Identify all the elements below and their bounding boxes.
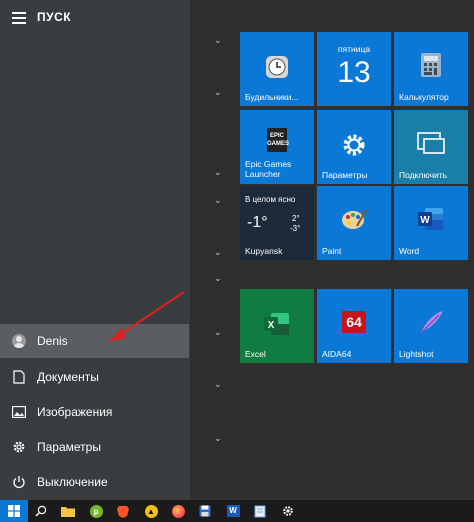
norton-icon[interactable]: ▲: [143, 503, 159, 519]
file-explorer-icon[interactable]: [60, 503, 76, 519]
tile-alarms[interactable]: Будильники...: [240, 32, 314, 106]
tile-connect[interactable]: Подключить: [394, 110, 468, 184]
utorrent-icon[interactable]: µ: [88, 503, 104, 519]
brave-browser-icon[interactable]: [115, 503, 131, 519]
tile-settings-label: Параметры: [322, 170, 368, 180]
chevron-down-icon[interactable]: ⌄: [214, 168, 224, 177]
tile-word[interactable]: W Word: [394, 186, 468, 260]
tile-settings[interactable]: Параметры: [317, 110, 391, 184]
user-name: Denis: [37, 334, 68, 348]
tile-lightshot-label: Lightshot: [399, 349, 434, 359]
paint-palette-icon: [317, 206, 391, 232]
chevron-down-icon[interactable]: ⌄: [214, 380, 224, 389]
cast-icon: [394, 132, 468, 156]
tile-weather[interactable]: В целом ясно -1° 2° -3° Kupyansk: [240, 186, 314, 260]
weather-temperature: -1°: [247, 214, 268, 231]
document-icon: [11, 369, 27, 385]
image-icon: [11, 404, 27, 420]
tile-epic-games-label: Epic Games Launcher: [245, 159, 292, 179]
tile-alarms-label: Будильники...: [245, 92, 299, 102]
alarm-clock-icon: [240, 54, 314, 80]
tile-paint[interactable]: Paint: [317, 186, 391, 260]
weather-status: В целом ясно: [245, 195, 296, 204]
epic-games-logo: EPIC GAMES: [267, 128, 289, 152]
tile-calculator[interactable]: Калькулятор: [394, 32, 468, 106]
windows-logo-icon: [8, 505, 20, 517]
tile-weather-label: Kupyansk: [245, 246, 283, 256]
windows-start-button[interactable]: [0, 500, 28, 522]
pictures-button[interactable]: Изображения: [0, 395, 190, 429]
gear-icon: [317, 132, 391, 158]
chevron-down-icon[interactable]: ⌄: [214, 328, 224, 337]
taskbar: µ ▲ W: [0, 500, 474, 522]
gear-icon: [11, 439, 27, 455]
aida64-logo: 64: [342, 311, 366, 333]
hamburger-menu-icon[interactable]: [12, 12, 26, 24]
feather-icon: [394, 309, 468, 335]
tile-word-label: Word: [399, 246, 420, 256]
power-label: Выключение: [37, 475, 108, 489]
calculator-icon: [394, 52, 468, 78]
svg-text:X: X: [268, 320, 275, 331]
settings-label: Параметры: [37, 440, 101, 454]
firefox-icon[interactable]: [170, 503, 186, 519]
tile-connect-label: Подключить: [399, 170, 448, 180]
tile-lightshot[interactable]: Lightshot: [394, 289, 468, 363]
word-icon: W: [394, 206, 468, 232]
tile-calendar[interactable]: пятница 13: [317, 32, 391, 106]
documents-label: Документы: [37, 370, 99, 384]
tile-excel[interactable]: X Excel: [240, 289, 314, 363]
user-avatar-icon: [11, 333, 27, 349]
search-icon[interactable]: [33, 503, 49, 519]
chevron-down-icon[interactable]: ⌄: [214, 36, 224, 45]
chevron-down-icon[interactable]: ⌄: [214, 196, 224, 205]
pictures-label: Изображения: [37, 405, 113, 419]
excel-icon: X: [240, 311, 314, 337]
chevron-down-icon[interactable]: ⌄: [214, 88, 224, 97]
svg-text:W: W: [420, 215, 430, 226]
start-title: ПУСК: [37, 10, 72, 24]
user-account-button[interactable]: Denis: [0, 324, 189, 358]
word-taskbar-icon[interactable]: W: [225, 503, 241, 519]
group-collapse-column: ⌄ ⌄ ⌄ ⌄ ⌄ ⌄ ⌄ ⌄ ⌄: [190, 0, 234, 500]
chevron-down-icon[interactable]: ⌄: [214, 274, 224, 283]
power-button[interactable]: Выключение: [0, 465, 190, 499]
tile-epic-games[interactable]: EPIC GAMES Epic Games Launcher: [240, 110, 314, 184]
gear-icon[interactable]: [280, 503, 296, 519]
tile-calculator-label: Калькулятор: [399, 92, 449, 102]
documents-button[interactable]: Документы: [0, 360, 190, 394]
epic-games-icon: EPIC GAMES: [240, 128, 314, 152]
tile-aida64[interactable]: 64 AIDA64: [317, 289, 391, 363]
tile-area: Будильники... пятница 13 Калькулятор EPI…: [234, 0, 474, 500]
start-menu-sidebar: ПУСК Denis Документы Изображения Парамет…: [0, 0, 190, 500]
tile-aida64-label: AIDA64: [322, 349, 352, 359]
power-icon: [11, 474, 27, 490]
notepad-icon[interactable]: [252, 503, 268, 519]
aida64-icon: 64: [317, 311, 391, 333]
chevron-down-icon[interactable]: ⌄: [214, 248, 224, 257]
tile-paint-label: Paint: [322, 246, 342, 256]
weather-low: -3°: [290, 224, 301, 233]
weather-high: 2°: [292, 214, 300, 223]
save-floppy-icon[interactable]: [197, 503, 213, 519]
calendar-day: пятница: [337, 44, 371, 54]
tile-excel-label: Excel: [245, 349, 266, 359]
chevron-down-icon[interactable]: ⌄: [214, 434, 224, 443]
settings-button[interactable]: Параметры: [0, 430, 190, 464]
calendar-date: 13: [337, 56, 371, 89]
